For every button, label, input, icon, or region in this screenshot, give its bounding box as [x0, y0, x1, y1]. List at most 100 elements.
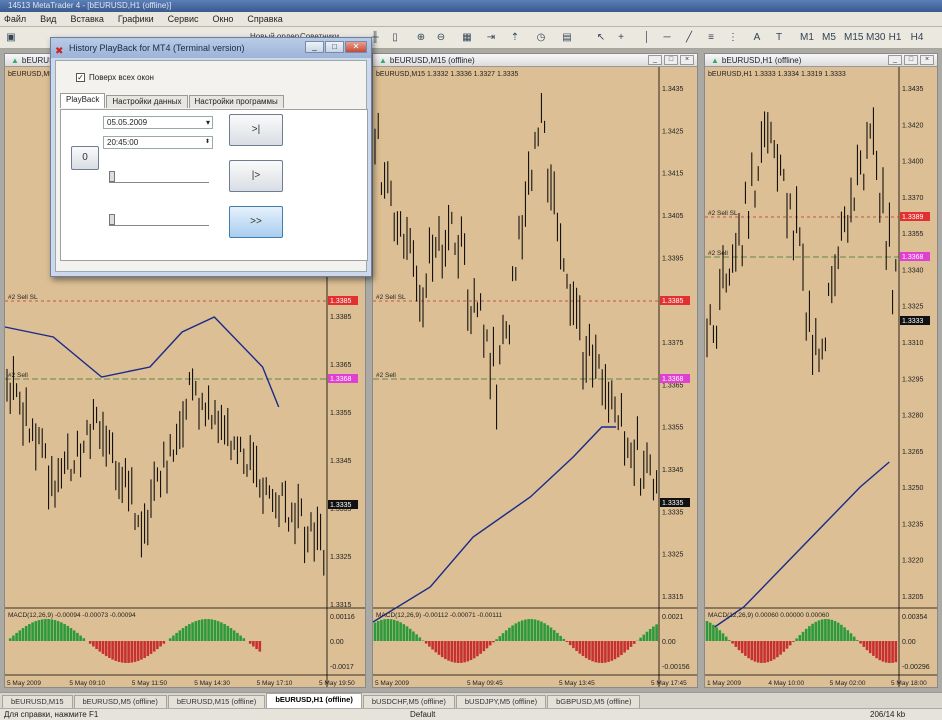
fibo-icon[interactable]: ⋮ [726, 31, 740, 45]
price-tick-label: 1.3405 [662, 213, 684, 220]
dialog-minimize-button[interactable]: _ [305, 41, 324, 53]
app-title: 14513 MetaTrader 4 - [bEURUSD,H1 (offlin… [8, 1, 172, 10]
menu-tools[interactable]: Сервис [168, 14, 199, 24]
price-tag-label: 1.3368 [662, 376, 684, 383]
fast-forward-button[interactable]: >> [229, 206, 283, 238]
dialog-title: History PlayBack for MT4 (Terminal versi… [69, 43, 245, 53]
status-traffic: 206/14 kb [870, 710, 906, 719]
tab-chart[interactable]: bEURUSD,M15 (offline) [167, 695, 266, 708]
tf-m5[interactable]: M5 [822, 31, 836, 45]
price-tag-label: 1.3368 [902, 254, 924, 261]
tile-icon[interactable]: ▦ [460, 31, 474, 45]
price-tick-label: 1.3435 [902, 86, 924, 93]
price-tick-label: 1.3205 [902, 594, 924, 601]
macd-label: MACD(12,26,9) 0.00060 0.00000 0.00060 [708, 612, 829, 619]
tab-chart[interactable]: bUSDCHF,M5 (offline) [362, 695, 455, 708]
candles-icon[interactable]: ▯ [388, 31, 402, 45]
indicators-icon[interactable]: ⇡ [508, 31, 522, 45]
tab-chart-active[interactable]: bEURUSD,H1 (offline) [266, 693, 362, 708]
menu-view[interactable]: Вид [40, 14, 56, 24]
price-tag-label: 1.3389 [902, 214, 924, 221]
price-tick-label: 1.3355 [330, 410, 352, 417]
minimize-button[interactable]: _ [648, 55, 662, 65]
maximize-button[interactable]: □ [904, 55, 918, 65]
label-icon[interactable]: T [772, 31, 786, 45]
tf-m30[interactable]: M30 [866, 31, 885, 45]
step-forward-button[interactable]: >| [229, 114, 283, 146]
dialog-titlebar[interactable]: ✖ History PlayBack for MT4 (Terminal vers… [51, 38, 371, 58]
position-slider[interactable] [109, 171, 209, 183]
spinner-icon[interactable]: ⬍ [205, 137, 210, 148]
menu-charts[interactable]: Графики [118, 14, 154, 24]
close-button[interactable]: × [920, 55, 934, 65]
menu-file[interactable]: Файл [4, 14, 26, 24]
tab-data-settings[interactable]: Настройки данных [106, 95, 188, 108]
menu-help[interactable]: Справка [247, 14, 282, 24]
price-chart[interactable]: bEURUSD,M15 1.3332 1.3336 1.3327 1.3335 1… [372, 67, 697, 687]
time-tick-label: 5 May 09:10 [69, 680, 105, 687]
templates-icon[interactable]: ▤ [560, 31, 574, 45]
always-on-top-checkbox[interactable]: ✓ Поверх всех окон [76, 73, 154, 82]
hline-icon[interactable]: ─ [660, 31, 674, 45]
autoscroll-icon[interactable]: ⇥ [484, 31, 498, 45]
dialog-body: ✓ Поверх всех окон PlayBack Настройки дан… [55, 60, 368, 272]
dialog-close-button[interactable]: ✕ [345, 41, 367, 53]
zoom-out-icon[interactable]: ⊖ [434, 31, 448, 45]
periods-icon[interactable]: ◷ [534, 31, 548, 45]
price-tag-label: 1.3333 [902, 318, 924, 325]
chart-window-h1[interactable]: ▲ bEURUSD,H1 (offline) _ □ × bEURUSD,H1 1.3… [704, 53, 938, 688]
new-chart-icon[interactable]: ▣ [4, 31, 18, 45]
menu-window[interactable]: Окно [213, 14, 234, 24]
playback-dialog: ✖ History PlayBack for MT4 (Terminal vers… [50, 37, 372, 277]
menu-insert[interactable]: Вставка [70, 14, 103, 24]
trendline-icon[interactable]: ╱ [682, 31, 696, 45]
time-spinner[interactable]: 20:45:00 ⬍ [103, 136, 213, 149]
price-tag-label: 1.3385 [662, 298, 684, 305]
maximize-button[interactable]: □ [664, 55, 678, 65]
price-tick-label: 1.3265 [902, 449, 924, 456]
crosshair-icon[interactable]: + [614, 31, 628, 45]
price-chart[interactable]: bEURUSD,H1 1.3333 1.3334 1.3319 1.3333 1.… [705, 67, 937, 687]
tf-m15[interactable]: M15 [844, 31, 863, 45]
dialog-maximize-button[interactable]: □ [325, 41, 344, 53]
chart-window-m15[interactable]: ▲ bEURUSD,M15 (offline) _ □ × bEURUSD,M15 1… [372, 53, 698, 688]
channel-icon[interactable]: ≡ [704, 31, 718, 45]
order-label-sl: #2 Sell SL [708, 210, 738, 217]
playback-panel: 0 05.05.2009 ▾ 20:45:00 ⬍ >| |> >> [60, 109, 368, 261]
tab-program-settings[interactable]: Настройки программы [188, 95, 284, 108]
slider-thumb[interactable] [109, 214, 115, 225]
calendar-dropdown-icon[interactable]: ▾ [206, 117, 210, 128]
tab-playback[interactable]: PlayBack [60, 93, 106, 108]
play-button[interactable]: |> [229, 160, 283, 192]
price-tick-label: 1.3395 [662, 255, 684, 262]
tab-chart[interactable]: bEURUSD,M5 (offline) [73, 695, 167, 708]
chart-svg: bEURUSD,H1 1.3333 1.3334 1.3319 1.3333 1.… [705, 67, 937, 687]
tf-h1[interactable]: H1 [888, 31, 902, 45]
chart-window-icon: ▲ [711, 56, 719, 65]
price-tick-label: 1.3345 [662, 467, 684, 474]
tab-chart[interactable]: bEURUSD,M15 [2, 695, 73, 708]
slider-thumb[interactable] [109, 171, 115, 182]
order-label-sell: #2 Sell [8, 372, 28, 379]
tf-h4[interactable]: H4 [910, 31, 924, 45]
macd-tick-label: 0.00354 [902, 614, 927, 621]
macd-tick-label: -0.00156 [662, 664, 690, 671]
stop-button[interactable]: 0 [71, 146, 99, 170]
price-tag-label: 1.3385 [330, 298, 352, 305]
minimize-button[interactable]: _ [888, 55, 902, 65]
order-label-sl: #2 Sell SL [376, 294, 406, 301]
app-titlebar: 14513 MetaTrader 4 - [bEURUSD,H1 (offlin… [0, 0, 942, 12]
close-button[interactable]: × [680, 55, 694, 65]
cursor-icon[interactable]: ↖ [594, 31, 608, 45]
zoom-in-icon[interactable]: ⊕ [414, 31, 428, 45]
vline-icon[interactable]: │ [640, 31, 654, 45]
chart-tabs: bEURUSD,M15 bEURUSD,M5 (offline) bEURUSD… [0, 692, 942, 708]
text-icon[interactable]: A [750, 31, 764, 45]
tab-chart[interactable]: bGBPUSD,M5 (offline) [547, 695, 641, 708]
tf-m1[interactable]: M1 [800, 31, 814, 45]
date-picker[interactable]: 05.05.2009 ▾ [103, 116, 213, 129]
tab-chart[interactable]: bUSDJPY,M5 (offline) [455, 695, 547, 708]
speed-slider[interactable] [109, 214, 209, 226]
price-tick-label: 1.3375 [662, 340, 684, 347]
time-tick-label: 5 May 02:00 [830, 680, 866, 687]
